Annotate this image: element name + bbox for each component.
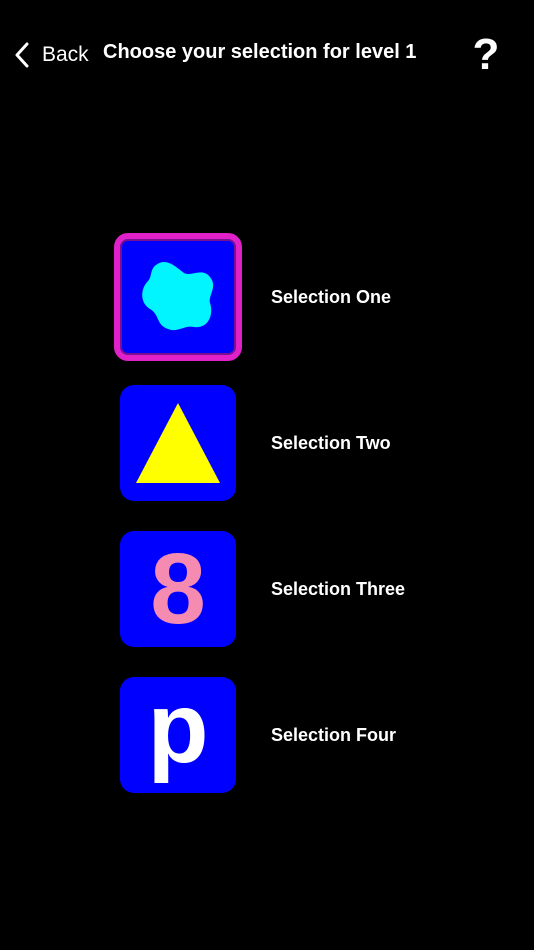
- question-mark-icon: ?: [472, 30, 500, 79]
- letter-icon: p: [147, 672, 209, 784]
- chevron-left-icon: [14, 42, 30, 68]
- blob-icon: [136, 255, 220, 339]
- back-button[interactable]: Back: [14, 38, 89, 72]
- selection-tile-four[interactable]: p: [120, 677, 236, 793]
- triangle-icon: [134, 399, 222, 487]
- selection-tile-two[interactable]: [120, 385, 236, 501]
- selection-row-three[interactable]: 8 Selection Three: [114, 525, 514, 653]
- page-title: Choose your selection for level 1: [103, 41, 417, 63]
- back-label: Back: [42, 43, 89, 66]
- selection-label-three: Selection Three: [271, 579, 406, 599]
- selection-label-one: Selection One: [271, 287, 392, 307]
- selection-row-one[interactable]: Selection One: [114, 233, 514, 361]
- selection-screen: Back Choose your selection for level 1 ?…: [0, 0, 534, 950]
- selection-tile-three[interactable]: 8: [120, 531, 236, 647]
- selection-row-four[interactable]: p Selection Four: [114, 671, 514, 799]
- selection-label-two: Selection Two: [271, 433, 391, 453]
- selection-label-four: Selection Four: [271, 725, 397, 745]
- selection-row-two[interactable]: Selection Two: [114, 379, 514, 507]
- selection-tile-one[interactable]: [114, 233, 242, 361]
- help-button[interactable]: ?: [466, 32, 506, 78]
- digit-icon: 8: [150, 533, 206, 645]
- navigation-bar: Back Choose your selection for level 1 ?: [0, 30, 534, 80]
